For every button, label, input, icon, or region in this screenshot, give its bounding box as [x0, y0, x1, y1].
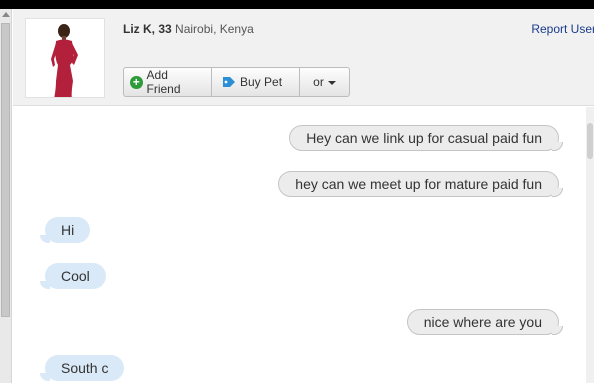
- add-friend-button[interactable]: + Add Friend: [123, 67, 212, 97]
- profile-name: Liz K,: [123, 22, 155, 36]
- profile-summary: Liz K, 33 Nairobi, Kenya: [123, 22, 254, 36]
- profile-age: 33: [158, 22, 172, 36]
- window-top-bar: [0, 0, 594, 9]
- chat-scrollbar[interactable]: [586, 107, 594, 383]
- chat-scroll-thumb[interactable]: [587, 123, 593, 159]
- message-outgoing: hey can we meet up for mature paid fun: [278, 171, 563, 197]
- profile-actions: + Add Friend Buy Pet or: [123, 67, 350, 97]
- chevron-down-icon: [327, 80, 336, 85]
- chat-messages: Hey can we link up for casual paid fun h…: [13, 107, 586, 383]
- profile-photo: [26, 19, 104, 97]
- tag-icon: [223, 77, 235, 87]
- message-incoming: South c: [39, 355, 125, 381]
- page-scroll-thumb[interactable]: [1, 23, 10, 317]
- plus-icon: +: [130, 75, 143, 89]
- message-outgoing: Hey can we link up for casual paid fun: [289, 125, 563, 151]
- add-friend-label: Add Friend: [146, 68, 181, 96]
- more-options-button[interactable]: or: [300, 67, 350, 97]
- profile-header: Liz K, 33 Nairobi, Kenya Report User + A…: [13, 9, 594, 106]
- message-incoming: Hi: [39, 217, 91, 243]
- more-options-label: or: [313, 75, 324, 89]
- profile-location: Nairobi, Kenya: [175, 22, 254, 36]
- buy-pet-label: Buy Pet: [240, 75, 283, 89]
- page-scrollbar[interactable]: [0, 9, 12, 383]
- buy-pet-button[interactable]: Buy Pet: [212, 67, 300, 97]
- message-incoming: Cool: [40, 263, 106, 289]
- report-user-link[interactable]: Report User: [531, 22, 594, 36]
- message-outgoing: nice where are you: [406, 309, 564, 335]
- avatar[interactable]: [25, 18, 105, 98]
- scroll-up-arrow-icon[interactable]: [2, 12, 10, 17]
